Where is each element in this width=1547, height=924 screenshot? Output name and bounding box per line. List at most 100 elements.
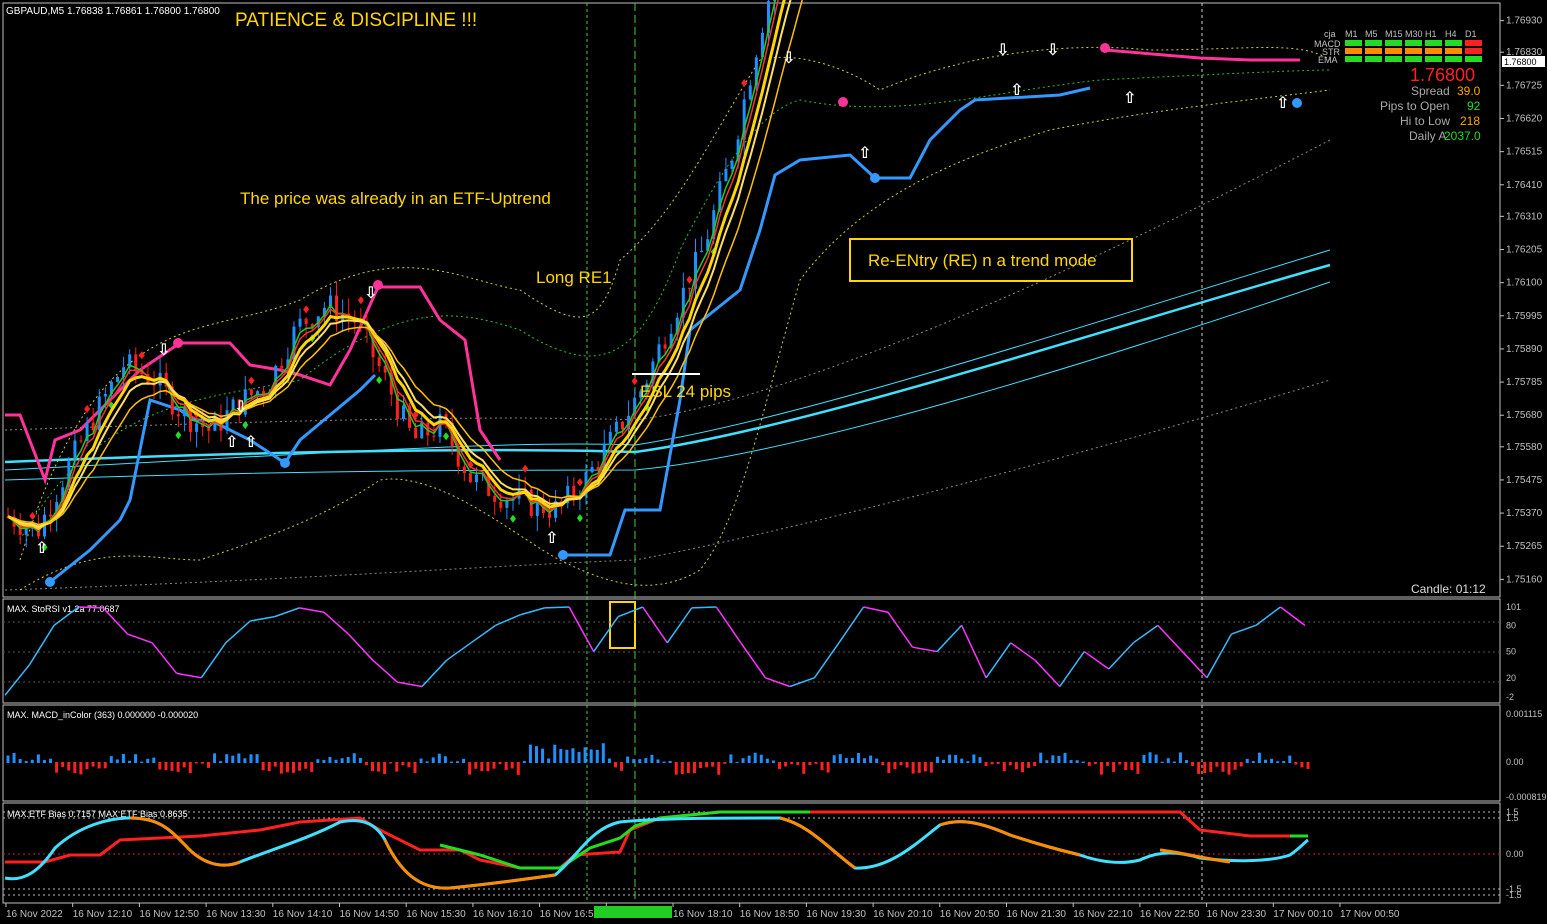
macd-bar bbox=[219, 761, 223, 763]
macd-bar bbox=[1063, 752, 1067, 763]
time-tick-label: 16 Nov 15:30 bbox=[406, 909, 466, 920]
macd-bar bbox=[1263, 759, 1267, 763]
candle-body bbox=[663, 344, 667, 349]
candle-body bbox=[748, 85, 752, 100]
tf-cell bbox=[1405, 56, 1422, 62]
macd-bar bbox=[437, 753, 441, 763]
macd-bar bbox=[620, 762, 624, 771]
macd-bar bbox=[24, 760, 28, 763]
stochrsi-panel[interactable] bbox=[2, 598, 1501, 704]
tf-cell bbox=[1405, 40, 1422, 46]
macd-bar bbox=[243, 758, 247, 763]
macd-bar bbox=[322, 759, 326, 763]
stoch-level-label: 20 bbox=[1506, 673, 1516, 683]
time-tick-label: 16 Nov 16:50 bbox=[540, 909, 600, 920]
tf-label: D1 bbox=[1465, 29, 1477, 39]
etf-level-label: -1.5 bbox=[1506, 890, 1522, 900]
macd-bar bbox=[407, 762, 411, 768]
macd-bar bbox=[1227, 762, 1231, 775]
macd-bar bbox=[498, 762, 502, 765]
chart-header: GBPAUD,M5 1.76838 1.76861 1.76800 1.7680… bbox=[6, 6, 220, 17]
macd-bar bbox=[571, 748, 575, 763]
macd-bar bbox=[292, 762, 296, 773]
time-tick-label: 16 Nov 22:50 bbox=[1140, 909, 1200, 920]
macd-bar bbox=[42, 760, 46, 763]
macd-bar bbox=[1148, 752, 1152, 763]
time-tick-label: 16 Nov 16:10 bbox=[473, 909, 533, 920]
macd-bar bbox=[1215, 762, 1219, 767]
macd-bar bbox=[152, 757, 156, 763]
macd-bar bbox=[91, 762, 95, 767]
price-tick-label: 1.75475 bbox=[1506, 475, 1543, 486]
macd-bar bbox=[121, 753, 125, 763]
macd-bar bbox=[419, 758, 423, 763]
macd-bar bbox=[231, 755, 235, 763]
etf-level-label: 1.5 bbox=[1506, 813, 1519, 823]
price-tick-label: 1.76410 bbox=[1506, 180, 1543, 191]
macd-bar bbox=[225, 754, 229, 763]
svg-text:⇧: ⇧ bbox=[35, 538, 48, 557]
macd-bar bbox=[425, 761, 429, 763]
macd-bar bbox=[559, 749, 563, 763]
macd-bar bbox=[759, 754, 763, 763]
macd-bar bbox=[255, 754, 259, 763]
svg-text:⇩: ⇩ bbox=[996, 40, 1009, 59]
candle-body bbox=[687, 287, 691, 289]
candle-body bbox=[432, 435, 436, 437]
macd-bar bbox=[784, 762, 788, 767]
candle-body bbox=[468, 473, 472, 483]
svg-text:⇧: ⇧ bbox=[1276, 93, 1289, 112]
macd-bar bbox=[1112, 762, 1116, 772]
macd-panel[interactable] bbox=[2, 704, 1501, 802]
macd-bar bbox=[948, 754, 952, 763]
macd-bar bbox=[942, 759, 946, 763]
tf-label: M1 bbox=[1345, 29, 1358, 39]
svg-text:⇩: ⇩ bbox=[1046, 40, 1059, 59]
macd-bar bbox=[850, 757, 854, 763]
macd-bar bbox=[674, 762, 678, 775]
macd-bar bbox=[753, 752, 757, 763]
candle-body bbox=[304, 318, 308, 325]
macd-bar bbox=[990, 762, 994, 765]
macd-bar bbox=[1045, 760, 1049, 763]
macd-bar bbox=[1039, 752, 1043, 763]
time-axis: 16 Nov 2022 16 Nov 12:10 16 Nov 12:50 16 No… bbox=[5, 903, 1400, 920]
macd-bar bbox=[389, 762, 393, 764]
row-ema: EMA bbox=[1318, 55, 1338, 65]
macd-bar bbox=[200, 762, 204, 764]
macd-bar bbox=[601, 743, 605, 763]
macd-bar bbox=[984, 762, 988, 767]
pips-open-value: 92 bbox=[1467, 99, 1481, 113]
macd-bar bbox=[589, 749, 593, 763]
candle-body bbox=[730, 160, 734, 169]
headline-annotation: PATIENCE & DISCIPLINE !!! bbox=[235, 10, 477, 31]
macd-bar bbox=[127, 760, 131, 763]
price-tick-label: 1.75890 bbox=[1506, 344, 1543, 355]
price-tick-label: 1.75785 bbox=[1506, 377, 1543, 388]
macd-bar bbox=[1185, 760, 1189, 763]
trading-chart[interactable]: ⇩⇩⇩ ⇩ ⇩ ⇩ ⇧⇧ ⇧ ⇧⇧⇧ ⇧⇧ 1.769301.768301.76725… bbox=[0, 0, 1547, 924]
macd-bar bbox=[814, 762, 818, 764]
macd-bar bbox=[856, 753, 860, 763]
price-tick-label: 1.76725 bbox=[1506, 80, 1543, 91]
macd-bar bbox=[613, 762, 617, 768]
macd-bar bbox=[103, 762, 107, 769]
macd-bar bbox=[1002, 762, 1006, 772]
candle-body bbox=[298, 318, 302, 327]
macd-bar bbox=[1087, 762, 1091, 766]
macd-bar bbox=[863, 758, 867, 763]
macd-level-label: -0.000819 bbox=[1506, 792, 1547, 802]
stoch-level-label: -2 bbox=[1506, 692, 1514, 702]
price-tick-label: 1.76205 bbox=[1506, 244, 1543, 255]
macd-bar bbox=[1203, 762, 1207, 774]
time-tick-label: 17 Nov 00:10 bbox=[1273, 909, 1333, 920]
macd-bar bbox=[1233, 762, 1237, 770]
macd-bar bbox=[747, 755, 751, 763]
svg-text:⇩: ⇩ bbox=[157, 340, 170, 359]
macd-bar bbox=[364, 762, 368, 766]
macd-bar bbox=[528, 744, 532, 763]
long-re-label: Long RE1 bbox=[536, 268, 612, 287]
macd-bar bbox=[547, 758, 551, 763]
candle-body bbox=[49, 514, 53, 517]
candle-body bbox=[414, 427, 418, 439]
